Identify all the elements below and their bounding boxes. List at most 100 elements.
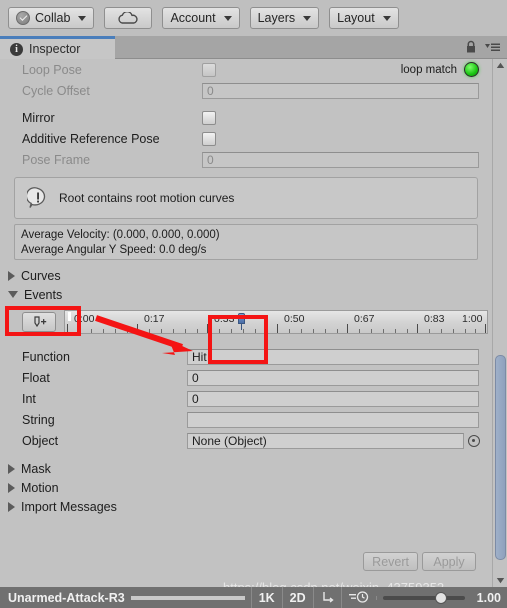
event-marker[interactable] bbox=[238, 313, 245, 330]
row-additive-reference-pose: Additive Reference Pose bbox=[0, 128, 492, 149]
loop-pose-label: Loop Pose bbox=[22, 62, 82, 77]
foldout-mask-label: Mask bbox=[21, 461, 51, 476]
foldout-import-messages-label: Import Messages bbox=[21, 499, 117, 514]
speed-slider[interactable] bbox=[375, 591, 471, 604]
lock-icon[interactable] bbox=[465, 40, 477, 54]
info-icon: i bbox=[10, 42, 23, 56]
cycle-offset-input[interactable]: 0 bbox=[202, 82, 479, 99]
object-label: Object bbox=[22, 433, 59, 448]
mode-2d-label[interactable]: 2D bbox=[281, 587, 313, 608]
row-int: Int 0 bbox=[0, 388, 492, 409]
int-label: Int bbox=[22, 391, 36, 406]
scrollbar-thumb[interactable] bbox=[495, 355, 506, 560]
float-label: Float bbox=[22, 370, 50, 385]
event-pin-icon bbox=[238, 313, 245, 324]
root-motion-message: Root contains root motion curves bbox=[59, 191, 235, 205]
account-button[interactable]: Account bbox=[162, 7, 240, 29]
timeline-tick-label-4: 0:67 bbox=[354, 313, 375, 325]
row-string: String bbox=[0, 409, 492, 430]
foldout-motion-label: Motion bbox=[21, 480, 59, 495]
unity-inspector-window: Collab Account Layers Layout i Inspector… bbox=[0, 0, 507, 608]
foldout-mask[interactable]: Mask bbox=[0, 459, 492, 478]
main-toolbar: Collab Account Layers Layout bbox=[0, 0, 507, 36]
action-buttons: Revert Apply bbox=[363, 552, 476, 571]
speed-slider-track[interactable] bbox=[382, 591, 465, 604]
timeline-tick-label-2: 0:33 bbox=[214, 313, 235, 325]
timeline-tick-label-1: 0:17 bbox=[144, 313, 165, 325]
add-event-pin-icon bbox=[34, 315, 47, 327]
timing-icon[interactable] bbox=[340, 587, 376, 608]
foldout-curves[interactable]: Curves bbox=[0, 266, 492, 285]
foldout-motion[interactable]: Motion bbox=[0, 478, 492, 497]
row-mirror: Mirror bbox=[0, 107, 492, 128]
tab-bar: i Inspector bbox=[0, 36, 507, 59]
collab-button[interactable]: Collab bbox=[8, 7, 95, 29]
cycle-offset-label: Cycle Offset bbox=[22, 83, 90, 98]
cloud-button[interactable] bbox=[104, 7, 153, 29]
clip-name-label: Unarmed-Attack-R3 bbox=[8, 590, 125, 605]
size-label[interactable]: 1K bbox=[250, 587, 282, 608]
row-function: Function Hit bbox=[0, 346, 492, 367]
vertical-scrollbar[interactable] bbox=[492, 59, 507, 587]
foldout-events[interactable]: Events bbox=[0, 285, 492, 304]
pose-frame-label: Pose Frame bbox=[22, 152, 91, 167]
function-input[interactable]: Hit bbox=[187, 348, 479, 365]
collab-label: Collab bbox=[35, 10, 71, 25]
layers-button[interactable]: Layers bbox=[249, 7, 320, 29]
scroll-down-arrow-icon[interactable] bbox=[494, 574, 507, 587]
foldout-curves-label: Curves bbox=[21, 268, 61, 283]
average-angular-speed-text: Average Angular Y Speed: 0.0 deg/s bbox=[21, 244, 207, 256]
tab-inspector-label: Inspector bbox=[29, 42, 81, 56]
additive-reference-pose-label: Additive Reference Pose bbox=[22, 131, 160, 146]
status-divider bbox=[130, 595, 245, 600]
cloud-icon bbox=[117, 12, 139, 24]
average-velocity-text: Average Velocity: (0.000, 0.000, 0.000) bbox=[21, 229, 220, 241]
mirror-checkbox[interactable] bbox=[202, 110, 216, 125]
status-bar: Unarmed-Attack-R3 1K 2D 1.00 bbox=[0, 587, 507, 608]
account-label: Account bbox=[170, 10, 216, 25]
warning-exclamation-icon bbox=[25, 187, 49, 209]
chevron-down-icon bbox=[223, 15, 232, 21]
inspector-content: Loop Pose loop match Cycle Offset 0 Mirr… bbox=[0, 59, 492, 587]
object-picker-icon[interactable] bbox=[468, 434, 480, 447]
pivot-icon[interactable] bbox=[312, 587, 341, 608]
layout-button[interactable]: Layout bbox=[329, 7, 399, 29]
float-input[interactable]: 0 bbox=[187, 369, 479, 386]
root-motion-info-box: Root contains root motion curves bbox=[14, 177, 478, 219]
row-float: Float 0 bbox=[0, 367, 492, 388]
pose-frame-input[interactable]: 0 bbox=[202, 151, 479, 168]
add-event-button[interactable] bbox=[22, 312, 56, 332]
foldout-import-messages[interactable]: Import Messages bbox=[0, 497, 492, 516]
int-input[interactable]: 0 bbox=[187, 390, 479, 407]
scroll-up-arrow-icon[interactable] bbox=[494, 59, 507, 72]
chevron-down-icon bbox=[8, 291, 18, 298]
string-label: String bbox=[22, 412, 55, 427]
chevron-right-icon bbox=[8, 270, 15, 281]
loop-match-indicator: loop match bbox=[401, 62, 479, 77]
timeline-playhead[interactable] bbox=[68, 312, 71, 321]
velocity-info-box: Average Velocity: (0.000, 0.000, 0.000) … bbox=[14, 224, 478, 260]
loop-match-led-icon bbox=[464, 62, 479, 77]
chevron-down-icon bbox=[78, 15, 87, 21]
events-timeline-area: 0:00 0:17 0:33 0:50 0:67 0:83 1:00 bbox=[0, 306, 492, 340]
loop-match-label: loop match bbox=[400, 63, 457, 76]
tab-bar-actions bbox=[465, 40, 501, 54]
chevron-right-icon bbox=[8, 501, 15, 512]
timeline-tick-label-6: 1:00 bbox=[462, 313, 483, 325]
tab-inspector[interactable]: i Inspector bbox=[0, 36, 115, 59]
revert-button[interactable]: Revert bbox=[363, 552, 418, 571]
row-cycle-offset: Cycle Offset 0 bbox=[0, 80, 492, 101]
speed-slider-knob[interactable] bbox=[434, 591, 447, 604]
apply-button[interactable]: Apply bbox=[422, 552, 476, 571]
string-input[interactable] bbox=[187, 411, 479, 428]
layout-label: Layout bbox=[337, 10, 375, 25]
layers-label: Layers bbox=[257, 10, 296, 25]
chevron-right-icon bbox=[8, 463, 15, 474]
events-timeline-ruler[interactable]: 0:00 0:17 0:33 0:50 0:67 0:83 1:00 bbox=[64, 310, 488, 334]
object-input[interactable]: None (Object) bbox=[187, 432, 464, 449]
additive-reference-pose-checkbox[interactable] bbox=[202, 131, 216, 146]
mirror-label: Mirror bbox=[22, 110, 55, 125]
timeline-tick-label-0: 0:00 bbox=[74, 313, 95, 325]
hamburger-menu-icon[interactable] bbox=[483, 41, 501, 53]
loop-pose-checkbox[interactable] bbox=[202, 62, 216, 77]
